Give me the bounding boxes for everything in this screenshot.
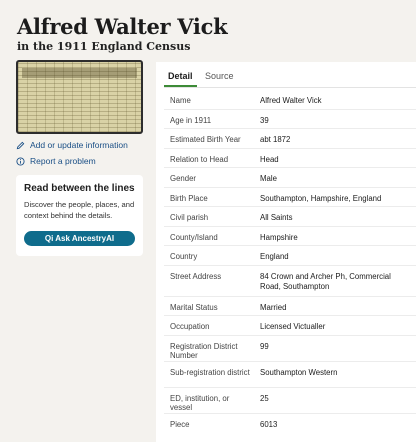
detail-value: Male [260, 174, 277, 183]
tab-divider [164, 87, 416, 88]
detail-label: Piece [170, 419, 190, 429]
detail-label: Marital Status [170, 302, 218, 312]
detail-row-name: Name Alfred Walter Vick [164, 90, 416, 110]
record-image-thumbnail[interactable] [16, 60, 143, 134]
detail-value: abt 1872 [260, 135, 291, 144]
detail-value: Head [260, 154, 279, 164]
detail-value: England [260, 252, 289, 261]
detail-value: 99 [260, 341, 269, 351]
detail-label: Age in 1911 [170, 115, 212, 125]
promo-heading: Read between the lines [24, 183, 135, 194]
detail-row-street-address: Street Address 84 Crown and Archer Ph, C… [164, 266, 416, 297]
page-subtitle: in the 1911 England Census [17, 40, 191, 53]
add-update-information-label: Add or update information [30, 140, 128, 150]
detail-value: Married [260, 302, 287, 312]
page-title: Alfred Walter Vick [17, 14, 228, 39]
detail-row-occupation: Occupation Licensed Victualler [164, 316, 416, 336]
sidebar: Add or update information Report a probl… [16, 60, 144, 166]
detail-value: 6013 [260, 419, 278, 429]
detail-row-birth-year: Estimated Birth Year abt 1872 [164, 129, 416, 149]
detail-value: 39 [260, 115, 269, 125]
detail-label: Country [170, 252, 198, 261]
detail-label: Street Address [170, 271, 222, 281]
detail-value: Southampton Western [260, 367, 338, 377]
detail-label: ED, institution, or vessel [170, 393, 230, 413]
detail-label: Birth Place [170, 193, 208, 203]
detail-row-age: Age in 1911 39 [164, 110, 416, 129]
detail-label: Registration District Number [170, 341, 238, 361]
detail-label: County/Island [170, 232, 218, 242]
detail-table: Name Alfred Walter Vick Age in 1911 39 E… [164, 90, 416, 433]
detail-label: Gender [170, 174, 197, 183]
detail-value: Licensed Victualler [260, 322, 326, 331]
detail-row-sub-registration: Sub-registration district Southampton We… [164, 362, 416, 388]
detail-value: All Saints [260, 213, 293, 222]
detail-label: Sub-registration district [170, 367, 250, 377]
detail-row-marital-status: Marital Status Married [164, 297, 416, 316]
info-icon [16, 156, 25, 166]
detail-label: Estimated Birth Year [170, 135, 241, 144]
tab-bar: Detail Source [156, 62, 416, 88]
detail-row-piece: Piece 6013 [164, 414, 416, 434]
detail-label: Civil parish [170, 213, 209, 222]
detail-row-country: Country England [164, 246, 416, 266]
detail-row-birth-place: Birth Place Southampton, Hampshire, Engl… [164, 188, 416, 207]
detail-label: Relation to Head [170, 154, 229, 164]
detail-row-relation: Relation to Head Head [164, 149, 416, 168]
detail-value: 25 [260, 393, 269, 403]
report-problem-label: Report a problem [30, 156, 96, 166]
detail-row-gender: Gender Male [164, 168, 416, 188]
report-problem-link[interactable]: Report a problem [16, 156, 144, 166]
detail-label: Name [170, 96, 191, 105]
detail-value: 84 Crown and Archer Ph, Commercial Road,… [260, 271, 391, 292]
detail-value: Southampton, Hampshire, England [260, 193, 382, 203]
add-update-information-link[interactable]: Add or update information [16, 140, 144, 150]
pencil-icon [16, 141, 25, 150]
detail-label: Occupation [170, 322, 210, 331]
detail-row-ed-institution: ED, institution, or vessel 25 [164, 388, 416, 414]
ancestry-ai-promo-card: Read between the lines Discover the peop… [16, 175, 143, 256]
detail-row-county: County/Island Hampshire [164, 227, 416, 246]
thumbnail-header-band [22, 68, 137, 78]
detail-value: Alfred Walter Vick [260, 96, 322, 105]
tab-detail[interactable]: Detail [168, 71, 193, 81]
detail-row-registration-district: Registration District Number 99 [164, 336, 416, 362]
record-detail-panel: Detail Source Name Alfred Walter Vick Ag… [156, 62, 416, 442]
tab-source[interactable]: Source [205, 71, 234, 81]
detail-value: Hampshire [260, 232, 298, 242]
promo-body: Discover the people, places, and context… [24, 200, 135, 220]
page-header: Alfred Walter Vick in the 1911 England C… [17, 14, 228, 53]
ask-ancestry-ai-button[interactable]: Qi Ask AncestryAI [24, 231, 135, 246]
detail-row-civil-parish: Civil parish All Saints [164, 207, 416, 227]
